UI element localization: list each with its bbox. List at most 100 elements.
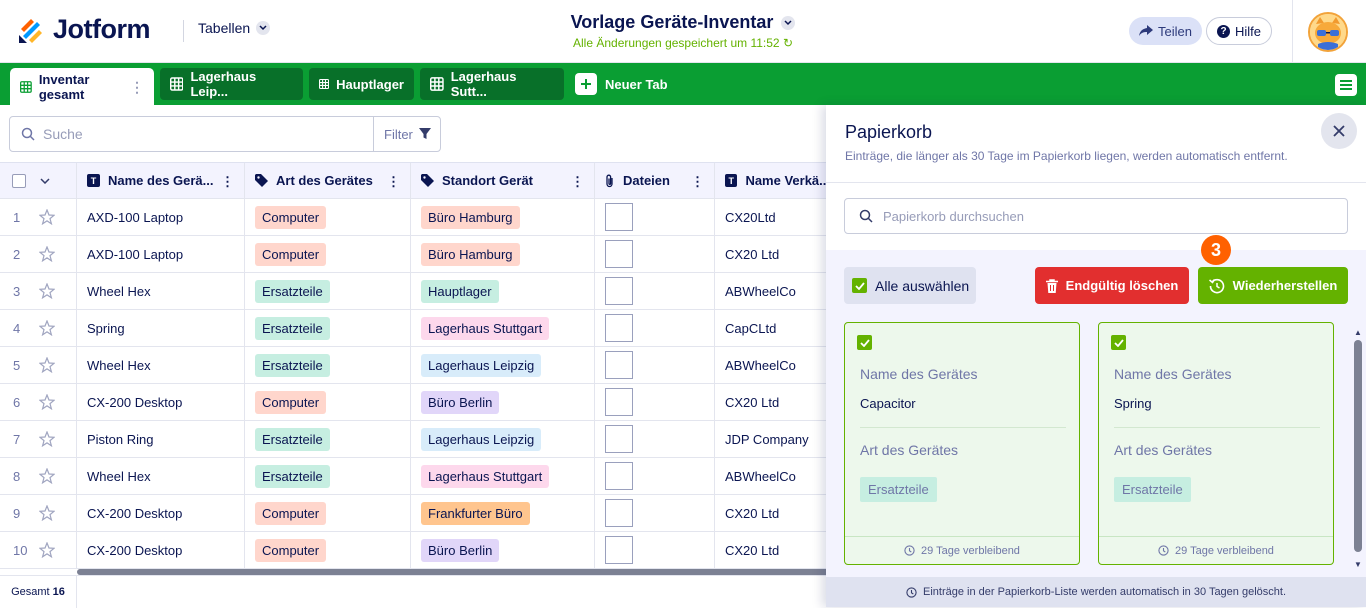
broken-image-icon[interactable]: [605, 203, 633, 231]
cell-standort[interactable]: Hauptlager: [411, 273, 595, 309]
card-checkbox[interactable]: [857, 335, 872, 350]
table-row[interactable]: 7 Piston Ring Ersatzteile Lagerhaus Leipzig…: [0, 421, 830, 458]
user-avatar[interactable]: [1308, 12, 1348, 52]
cell-files[interactable]: [595, 532, 715, 568]
star-icon[interactable]: [39, 431, 55, 447]
table-row[interactable]: 9 CX-200 Desktop Computer Frankfurter Büro C…: [0, 495, 830, 532]
cell-vendor[interactable]: CapCLtd: [715, 310, 830, 346]
star-icon[interactable]: [39, 357, 55, 373]
cell-standort[interactable]: Lagerhaus Stuttgart: [411, 458, 595, 494]
star-icon[interactable]: [39, 542, 55, 558]
broken-image-icon[interactable]: [605, 314, 633, 342]
trash-card[interactable]: Name des Gerätes Spring Art des Gerätes …: [1098, 322, 1334, 565]
cell-files[interactable]: [595, 199, 715, 235]
star-icon[interactable]: [39, 209, 55, 225]
cell-files[interactable]: [595, 347, 715, 383]
help-button[interactable]: ? Hilfe: [1206, 17, 1273, 45]
cell-art[interactable]: Computer: [245, 236, 411, 272]
column-header-dateien[interactable]: Dateien ⋮: [595, 163, 715, 198]
share-button[interactable]: Teilen: [1129, 17, 1202, 45]
cell-name[interactable]: CX-200 Desktop: [77, 384, 245, 420]
chevron-down-icon[interactable]: [781, 15, 796, 30]
cell-name[interactable]: AXD-100 Laptop: [77, 236, 245, 272]
cell-files[interactable]: [595, 310, 715, 346]
cell-art[interactable]: Computer: [245, 199, 411, 235]
broken-image-icon[interactable]: [605, 277, 633, 305]
table-row[interactable]: 1 AXD-100 Laptop Computer Büro Hamburg CX20L…: [0, 199, 830, 236]
cell-standort[interactable]: Büro Berlin: [411, 532, 595, 568]
document-title[interactable]: Vorlage Geräte-Inventar: [571, 12, 774, 33]
hamburger-menu-icon[interactable]: [1335, 74, 1357, 96]
broken-image-icon[interactable]: [605, 536, 633, 564]
cell-vendor[interactable]: JDP Company: [715, 421, 830, 457]
cell-art[interactable]: Ersatzteile: [245, 347, 411, 383]
restore-button[interactable]: Wiederherstellen: [1198, 267, 1348, 304]
search-input[interactable]: Suche: [9, 116, 374, 152]
close-panel-button[interactable]: [1321, 113, 1357, 149]
cell-vendor[interactable]: CX20 Ltd: [715, 532, 830, 568]
header-checkbox[interactable]: [12, 173, 26, 188]
table-row[interactable]: 4 Spring Ersatzteile Lagerhaus Stuttgart Cap…: [0, 310, 830, 347]
tab-hauptlager[interactable]: Hauptlager: [309, 68, 414, 100]
cell-art[interactable]: Ersatzteile: [245, 310, 411, 346]
cell-standort[interactable]: Büro Berlin: [411, 384, 595, 420]
cell-name[interactable]: AXD-100 Laptop: [77, 199, 245, 235]
broken-image-icon[interactable]: [605, 499, 633, 527]
cell-files[interactable]: [595, 495, 715, 531]
trash-card[interactable]: Name des Gerätes Capacitor Art des Gerät…: [844, 322, 1080, 565]
cell-vendor[interactable]: CX20 Ltd: [715, 495, 830, 531]
cell-files[interactable]: [595, 384, 715, 420]
select-all-button[interactable]: Alle auswählen: [844, 267, 976, 304]
star-icon[interactable]: [39, 394, 55, 410]
cell-vendor[interactable]: CX20Ltd: [715, 199, 830, 235]
column-header-art[interactable]: Art des Gerätes ⋮: [245, 163, 411, 198]
new-tab-button[interactable]: Neuer Tab: [575, 73, 668, 95]
cell-standort[interactable]: Lagerhaus Stuttgart: [411, 310, 595, 346]
tab-lagerhaus-stuttgart[interactable]: Lagerhaus Sutt...: [420, 68, 564, 100]
table-row[interactable]: 10 CX-200 Desktop Computer Büro Berlin CX20 …: [0, 532, 830, 569]
broken-image-icon[interactable]: [605, 425, 633, 453]
card-checkbox[interactable]: [1111, 335, 1126, 350]
delete-permanently-button[interactable]: Endgültig löschen: [1035, 267, 1189, 304]
star-icon[interactable]: [39, 320, 55, 336]
cell-files[interactable]: [595, 421, 715, 457]
broken-image-icon[interactable]: [605, 388, 633, 416]
column-menu-icon[interactable]: ⋮: [571, 174, 584, 190]
column-header-name[interactable]: T Name des Gerä... ⋮: [77, 163, 245, 198]
vertical-scrollbar[interactable]: [1354, 340, 1362, 552]
cell-art[interactable]: Ersatzteile: [245, 273, 411, 309]
cell-art[interactable]: Ersatzteile: [245, 458, 411, 494]
cell-vendor[interactable]: ABWheelCo: [715, 458, 830, 494]
cell-name[interactable]: CX-200 Desktop: [77, 495, 245, 531]
cell-standort[interactable]: Lagerhaus Leipzig: [411, 347, 595, 383]
star-icon[interactable]: [39, 468, 55, 484]
cell-standort[interactable]: Frankfurter Büro: [411, 495, 595, 531]
scroll-down-icon[interactable]: ▼: [1354, 560, 1362, 569]
table-row[interactable]: 5 Wheel Hex Ersatzteile Lagerhaus Leipzig AB…: [0, 347, 830, 384]
cell-files[interactable]: [595, 458, 715, 494]
column-header-vendor[interactable]: T Name Verkä...: [715, 163, 830, 198]
tab-inventar-gesamt[interactable]: Inventar gesamt ⋮: [10, 68, 154, 105]
cell-name[interactable]: Wheel Hex: [77, 347, 245, 383]
cell-name[interactable]: Wheel Hex: [77, 458, 245, 494]
cell-vendor[interactable]: ABWheelCo: [715, 347, 830, 383]
column-header-standort[interactable]: Standort Gerät ⋮: [411, 163, 595, 198]
cell-art[interactable]: Computer: [245, 384, 411, 420]
tab-lagerhaus-leipzig[interactable]: Lagerhaus Leip...: [160, 68, 303, 100]
tab-options-icon[interactable]: ⋮: [130, 80, 144, 94]
cell-art[interactable]: Ersatzteile: [245, 421, 411, 457]
broken-image-icon[interactable]: [605, 462, 633, 490]
cell-files[interactable]: [595, 236, 715, 272]
cell-vendor[interactable]: ABWheelCo: [715, 273, 830, 309]
table-row[interactable]: 2 AXD-100 Laptop Computer Büro Hamburg CX20 …: [0, 236, 830, 273]
filter-button[interactable]: Filter: [373, 116, 441, 152]
trash-search-input[interactable]: Papierkorb durchsuchen: [844, 198, 1348, 234]
star-icon[interactable]: [39, 505, 55, 521]
table-row[interactable]: 3 Wheel Hex Ersatzteile Hauptlager ABWheelCo: [0, 273, 830, 310]
cell-standort[interactable]: Büro Hamburg: [411, 199, 595, 235]
cell-art[interactable]: Computer: [245, 532, 411, 568]
cell-art[interactable]: Computer: [245, 495, 411, 531]
star-icon[interactable]: [39, 246, 55, 262]
scroll-up-icon[interactable]: ▲: [1354, 328, 1362, 337]
cell-name[interactable]: CX-200 Desktop: [77, 532, 245, 568]
